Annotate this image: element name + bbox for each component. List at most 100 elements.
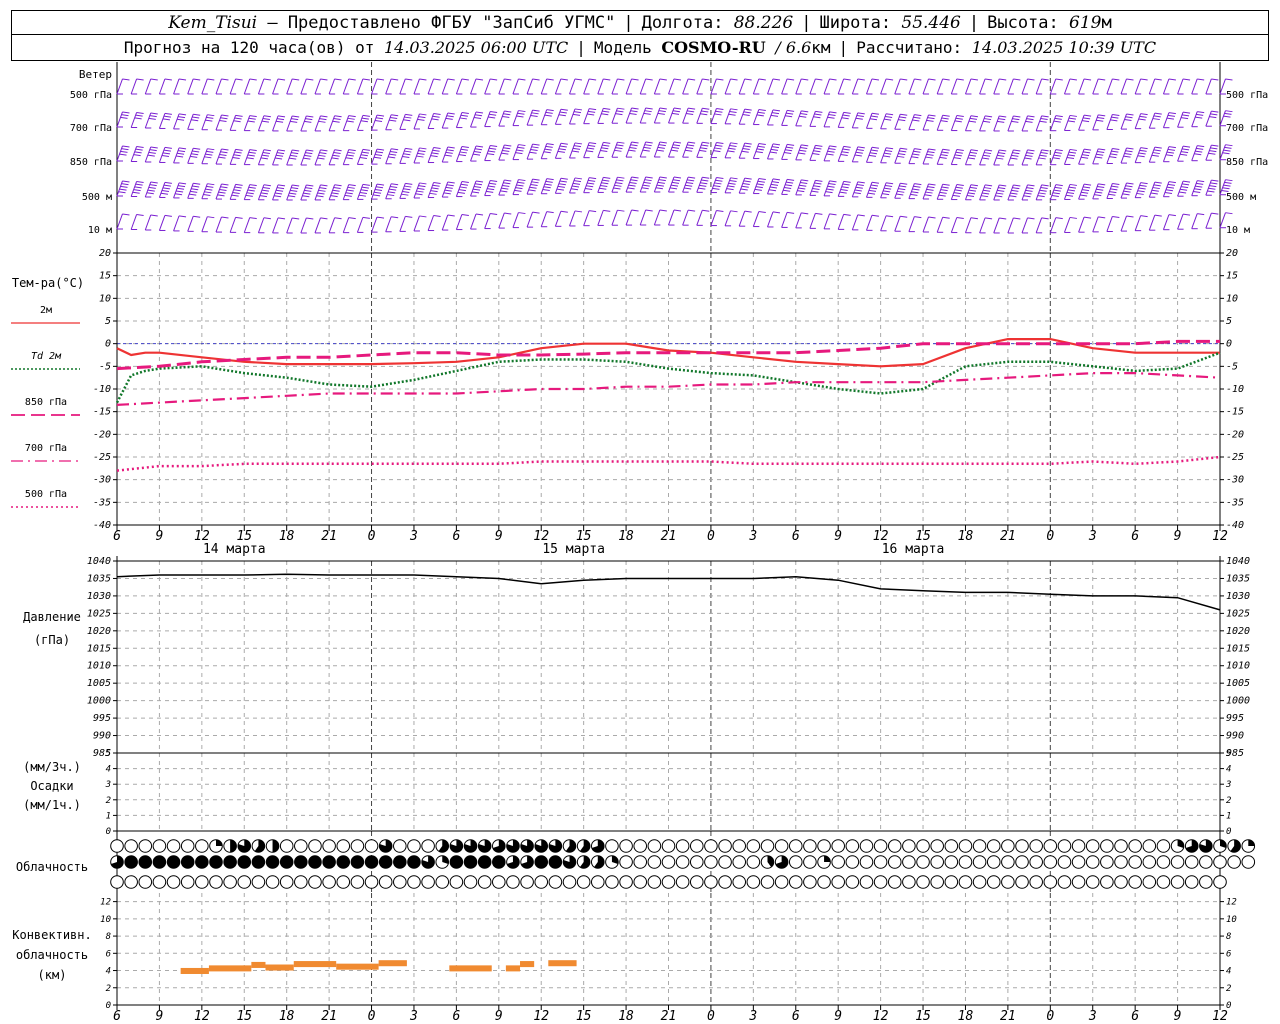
wind-barb: [1007, 78, 1021, 95]
barb-feather: [1083, 117, 1091, 120]
barb-feather: [913, 185, 921, 188]
x-tick-label: 6: [792, 529, 800, 544]
barb-feather: [911, 156, 919, 159]
cloud-cover-symbol: [265, 839, 280, 853]
barb-feather: [231, 194, 239, 197]
barb-feather: [375, 117, 384, 120]
barb-feather: [1054, 186, 1062, 189]
barb-feather: [473, 116, 482, 119]
barb-feather: [754, 188, 762, 191]
wind-barb: [880, 215, 894, 232]
barb-feather: [885, 184, 893, 187]
cloud-cover-symbol: [958, 839, 973, 853]
cloud-cover-symbol: [887, 875, 902, 889]
barb-feather: [574, 108, 583, 111]
barb-shaft: [314, 78, 321, 95]
cloud-circle: [817, 875, 831, 889]
barb-feather: [277, 78, 286, 81]
barb-feather: [896, 193, 904, 196]
cloud-cover-symbol: [393, 875, 407, 889]
cloud-circle: [562, 875, 577, 889]
cloud-circle: [619, 855, 633, 869]
cloud-cover-symbol: [251, 875, 266, 889]
barb-feather: [1168, 78, 1176, 81]
wind-barb: [371, 114, 385, 131]
barb-feather: [772, 109, 781, 112]
temp-legend-label: 500 гПа: [25, 489, 67, 500]
barb-shaft: [512, 78, 519, 95]
barb-feather: [956, 184, 964, 187]
cloud-circle: [902, 855, 916, 869]
barb-feather: [1083, 148, 1092, 151]
barb-feather: [120, 116, 128, 119]
barb-feather: [489, 182, 497, 185]
cloud-cover-symbol: [689, 875, 704, 889]
cloud-cover-symbol: [788, 839, 803, 853]
barb-feather: [136, 145, 144, 148]
wind-barb: [837, 213, 851, 230]
barb-feather: [589, 177, 597, 180]
barb-feather: [910, 193, 918, 196]
barb-feather: [1027, 149, 1035, 152]
barb-feather: [729, 180, 737, 183]
barb-feather: [149, 149, 157, 152]
barb-feather: [688, 176, 696, 179]
barb-shaft: [1191, 78, 1198, 95]
wind-barb: [851, 181, 865, 198]
barb-feather: [433, 78, 441, 81]
barb-feather: [587, 182, 595, 185]
wind-barb: [908, 216, 922, 233]
cloud-cover-symbol: [619, 875, 633, 889]
barb-feather: [1098, 148, 1106, 151]
cloud-cover-symbol: [1100, 875, 1114, 889]
wind-barb: [569, 177, 583, 194]
barb-feather: [1209, 116, 1217, 119]
wind-barb: [583, 142, 597, 159]
barb-feather: [1112, 215, 1120, 218]
barb-feather: [672, 179, 681, 182]
wind-barb: [979, 149, 993, 166]
barb-feather: [756, 114, 764, 117]
barb-feather: [388, 156, 396, 159]
barb-feather: [1054, 151, 1062, 154]
barb-feather: [121, 183, 129, 186]
wind-barb: [286, 115, 300, 132]
barb-feather: [801, 179, 809, 182]
convective-bar: [336, 963, 379, 970]
cloud-circle: [689, 839, 704, 853]
barb-feather: [292, 149, 300, 152]
barb-feather: [1083, 186, 1091, 189]
barb-feather: [672, 110, 681, 113]
barb-feather: [884, 187, 892, 190]
wind-barb: [668, 78, 682, 95]
barb-feather: [1097, 117, 1105, 120]
wind-barb: [639, 78, 653, 95]
cloud-cover-symbol: [732, 839, 747, 853]
barb-feather: [955, 186, 963, 189]
barb-feather: [1110, 119, 1118, 122]
cloud-cover-symbol: [661, 839, 676, 853]
wind-barb: [880, 78, 894, 95]
wind-level-label-left: 500 м: [82, 192, 112, 203]
barb-feather: [941, 151, 949, 154]
cloud-cover-symbol: [944, 839, 959, 853]
cloud-cover-symbol: [308, 875, 322, 889]
x-tick-label: 21: [661, 1009, 677, 1024]
barb-feather: [715, 144, 723, 147]
wind-barb: [356, 216, 370, 233]
cloud-circle: [1071, 875, 1086, 889]
barb-feather: [245, 194, 253, 197]
barb-feather: [259, 195, 268, 198]
barb-feather: [517, 112, 525, 115]
wind-barb: [583, 177, 597, 194]
x-tick-label: 3: [409, 1009, 418, 1024]
cloud-cover-symbol: [972, 839, 987, 853]
wind-barb: [1205, 110, 1219, 127]
barb-feather: [815, 78, 823, 81]
cloud-circle: [774, 839, 789, 853]
cloud-cover-symbol: [746, 839, 761, 853]
wind-barb: [611, 78, 625, 95]
barb-feather: [263, 149, 271, 152]
wind-barb: [597, 107, 611, 124]
barb-feather: [376, 216, 385, 219]
